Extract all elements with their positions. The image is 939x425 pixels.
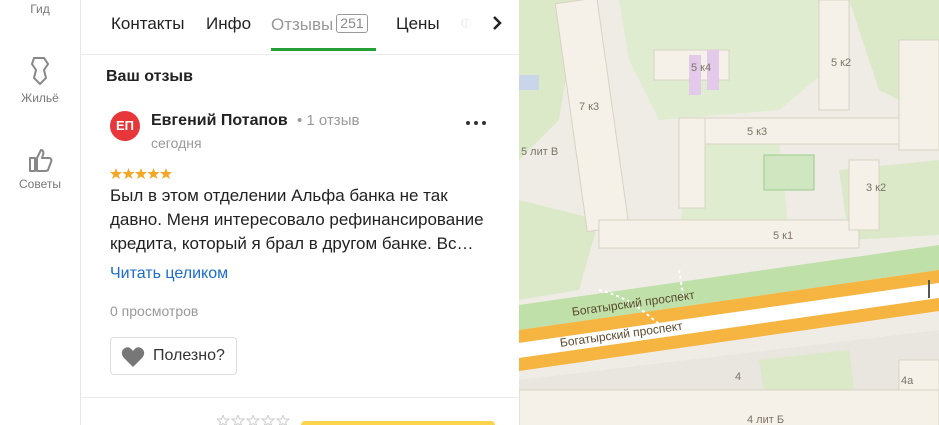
tab-contacts[interactable]: Контакты xyxy=(111,14,184,34)
rail-item-housing[interactable]: Жильё xyxy=(0,54,80,105)
map-label: 4 xyxy=(735,371,742,383)
write-review-button[interactable] xyxy=(301,421,495,425)
star-icon xyxy=(110,168,122,179)
map-label: 3 к2 xyxy=(866,182,887,194)
left-rail: Гид Жильё Советы xyxy=(0,0,81,425)
helpful-label: Полезно? xyxy=(153,347,225,364)
rail-item-label: Жильё xyxy=(21,91,59,105)
section-title: Ваш отзыв xyxy=(106,68,193,85)
housing-icon xyxy=(30,57,50,86)
tab-info[interactable]: Инфо xyxy=(206,14,251,34)
review-views: 0 просмотров xyxy=(110,303,199,319)
rail-item-guide[interactable]: Гид xyxy=(0,2,80,16)
more-options-icon[interactable] xyxy=(466,115,488,129)
rail-item-label: Гид xyxy=(30,2,50,16)
heart-icon xyxy=(121,347,145,367)
review-author[interactable]: Евгений Потапов xyxy=(151,112,288,130)
map-label: 5 лит В xyxy=(521,146,559,158)
divider xyxy=(81,397,519,398)
read-more-link[interactable]: Читать целиком xyxy=(110,265,228,283)
rate-stars-input[interactable] xyxy=(217,415,291,425)
tab-prices[interactable]: Цены xyxy=(396,14,440,34)
org-panel: Контакты Инфо Отзывы251 Цены Фо Ваш отзы… xyxy=(81,0,519,425)
avatar[interactable]: ЕП xyxy=(110,111,140,141)
star-icon xyxy=(147,168,160,179)
map-label: 4 лит Б xyxy=(747,414,785,425)
map-canvas xyxy=(519,0,939,425)
review-text: Был в этом отделении Альфа банка не так … xyxy=(110,186,484,253)
map-label: 5 к1 xyxy=(773,230,794,242)
reviews-count-badge: 251 xyxy=(336,14,368,33)
map-label: 5 к4 xyxy=(691,62,712,74)
chevron-right-icon[interactable] xyxy=(485,14,509,38)
rail-item-label: Советы xyxy=(19,177,61,191)
map-view[interactable]: 5 к4 5 к2 7 к3 5 к3 5 лит В 3 к2 5 к1 4 … xyxy=(519,0,939,425)
helpful-button[interactable]: Полезно? xyxy=(110,337,237,375)
thumbs-up-icon xyxy=(29,149,53,172)
review-author-meta: • 1 отзыв xyxy=(297,112,360,129)
star-icon xyxy=(160,168,172,179)
rating-stars xyxy=(110,168,172,179)
review-date: сегодня xyxy=(151,135,202,151)
star-icon xyxy=(122,168,135,179)
tab-bar: Контакты Инфо Отзывы251 Цены Фо xyxy=(81,0,519,55)
map-label: 5 к2 xyxy=(831,57,852,69)
map-label: 7 к3 xyxy=(579,101,600,113)
rail-item-tips[interactable]: Советы xyxy=(0,146,80,191)
star-icon xyxy=(135,168,147,179)
active-tab-indicator xyxy=(271,48,376,51)
tab-fade xyxy=(441,0,489,54)
tab-reviews[interactable]: Отзывы 251 xyxy=(271,14,368,35)
map-label: 4а xyxy=(901,375,914,387)
map-label: 5 к3 xyxy=(747,126,768,138)
